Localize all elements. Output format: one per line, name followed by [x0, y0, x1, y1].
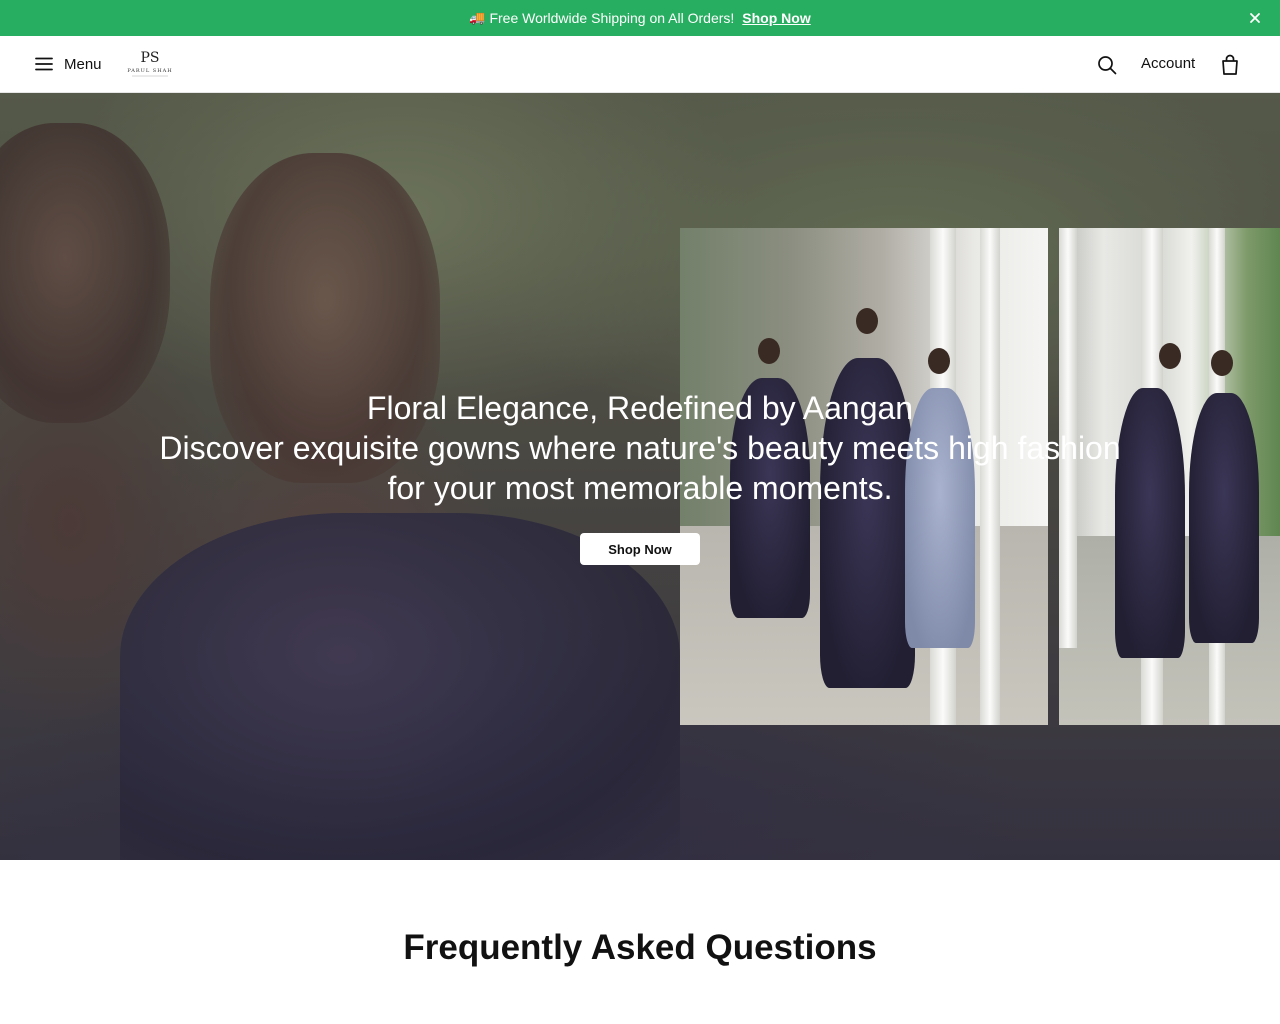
svg-text:PS: PS — [140, 50, 159, 66]
truck-icon: 🚚 — [469, 10, 486, 25]
menu-button[interactable]: Menu — [34, 54, 102, 74]
brand-logo[interactable]: PS PARUL SHAH — [124, 48, 176, 82]
account-link[interactable]: Account — [1141, 55, 1195, 72]
faq-title: Frequently Asked Questions — [403, 928, 877, 967]
close-icon[interactable] — [1246, 9, 1264, 27]
menu-icon — [35, 57, 53, 71]
hero-shop-now-button[interactable]: Shop Now — [580, 533, 700, 565]
shopping-bag-icon[interactable] — [1220, 54, 1240, 76]
menu-label: Menu — [64, 55, 102, 73]
search-icon[interactable] — [1096, 54, 1118, 76]
svg-text:PARUL SHAH: PARUL SHAH — [127, 68, 172, 74]
site-header: Menu PS PARUL SHAH Account — [0, 36, 1280, 93]
hero-subtitle: Discover exquisite gowns where nature's … — [159, 430, 1121, 506]
announcement-text: Free Worldwide Shipping on All Orders! — [489, 10, 735, 26]
announcement-shop-now-link[interactable]: Shop Now — [742, 10, 810, 26]
hero-banner: Floral Elegance, Redefined by Aangan Dis… — [0, 93, 1280, 860]
hero-title: Floral Elegance, Redefined by Aangan — [366, 390, 914, 426]
announcement-bar: 🚚 Free Worldwide Shipping on All Orders!… — [0, 0, 1280, 36]
hero-text: Floral Elegance, Redefined by Aangan Dis… — [140, 388, 1140, 508]
